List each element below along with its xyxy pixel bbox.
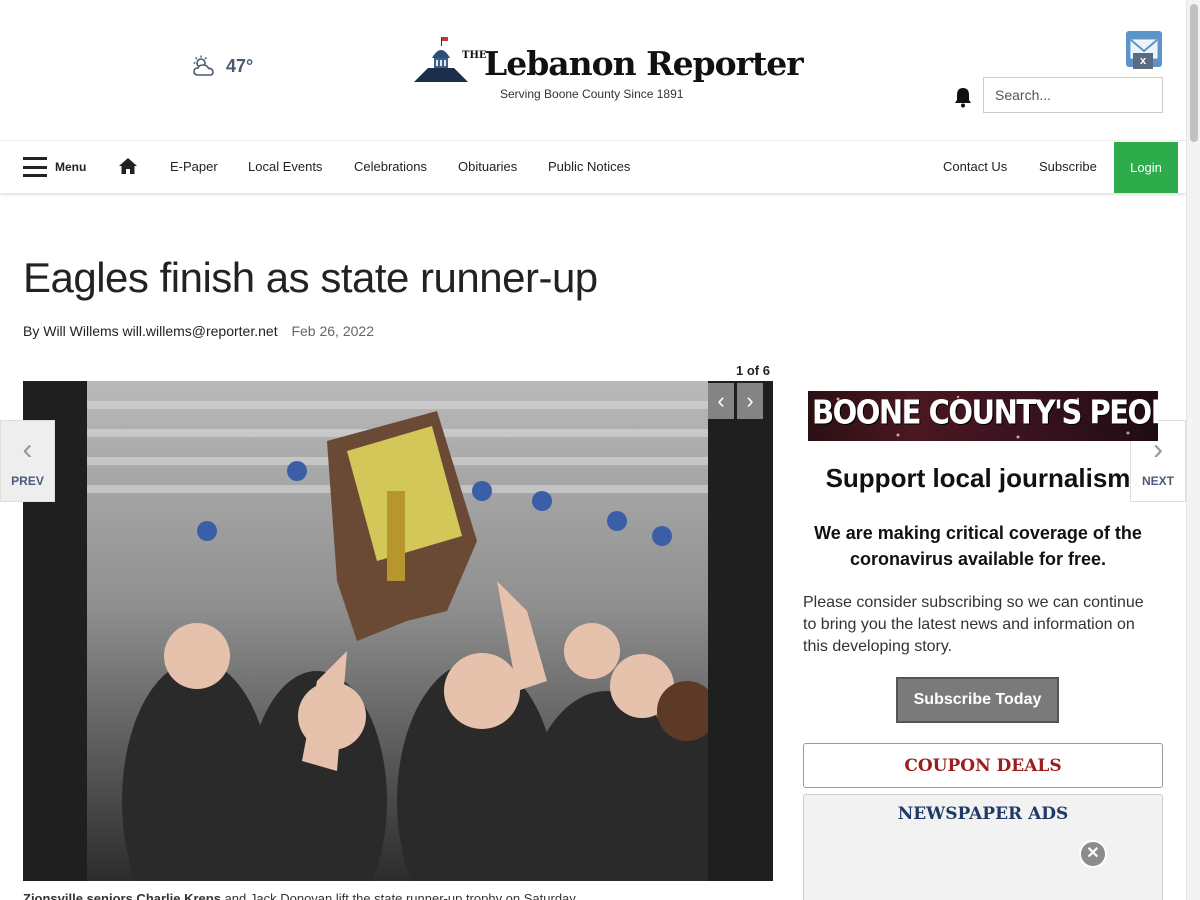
main-navigation: Menu E-Paper Local Events Celebrations O… (0, 140, 1186, 193)
site-header: 47° THE Lebanon Reporter Serving Boone C… (0, 0, 1186, 140)
login-button[interactable]: Login (1114, 142, 1178, 193)
article-author[interactable]: By Will Willems will.willems@reporter.ne… (23, 323, 278, 339)
menu-label: Menu (55, 160, 87, 174)
page-scrollbar[interactable] (1186, 0, 1200, 900)
photo-next-arrow-icon[interactable]: › (737, 383, 763, 419)
nav-link-contact-us[interactable]: Contact Us (943, 159, 1007, 174)
support-body: Please consider subscribing so we can co… (803, 594, 1144, 655)
nav-link-celebrations[interactable]: Celebrations (354, 159, 427, 174)
logo-the: THE (462, 50, 487, 61)
photo-caption: Zionsville seniors Charlie Kreps and Jac… (23, 891, 578, 900)
chevron-left-icon: ‹ (22, 433, 33, 466)
article-photo (87, 381, 708, 881)
banner-text: BOONE COUNTY'S PEOPLE'S CHOICE! (812, 392, 1158, 432)
notification-bell-icon[interactable] (953, 86, 973, 108)
nav-link-local-events[interactable]: Local Events (248, 159, 322, 174)
nav-link-e-paper[interactable]: E-Paper (170, 159, 218, 174)
article-byline: By Will Willems will.willems@reporter.ne… (23, 323, 374, 339)
support-title: Support local journalism (825, 463, 1131, 493)
nav-link-subscribe[interactable]: Subscribe (1039, 159, 1097, 174)
article-photo-gallery[interactable]: ‹ › (23, 381, 773, 881)
newspaper-ads-panel: NEWSPAPER ADS ✕ (803, 794, 1163, 900)
photo-prev-arrow-icon[interactable]: ‹ (708, 383, 734, 419)
photo-counter: 1 of 6 (736, 363, 770, 378)
article-headline: Eagles finish as state runner-up (23, 254, 598, 301)
prev-label: PREV (11, 474, 44, 488)
subscribe-today-button[interactable]: Subscribe Today (896, 677, 1059, 723)
weather-widget[interactable]: 47° (192, 55, 253, 77)
support-subtitle: We are making critical coverage of the c… (814, 523, 1142, 569)
newspaper-ads-title: NEWSPAPER ADS (897, 804, 1069, 824)
partly-cloudy-icon (193, 55, 214, 76)
menu-button[interactable]: Menu (23, 157, 86, 177)
article-date: Feb 26, 2022 (291, 323, 374, 339)
nav-link-obituaries[interactable]: Obituaries (458, 159, 517, 174)
prev-article-tab[interactable]: ‹ PREV (0, 420, 55, 502)
weather-temperature: 47° (226, 55, 254, 76)
logo-tagline: Serving Boone County Since 1891 (500, 87, 684, 101)
home-icon[interactable] (118, 157, 138, 175)
logo-title: Lebanon Reporter (484, 44, 804, 83)
hamburger-icon (23, 157, 47, 177)
scrollbar-thumb[interactable] (1190, 4, 1198, 142)
site-logo[interactable]: THE Lebanon Reporter Serving Boone Count… (414, 36, 804, 106)
coupon-deals-link[interactable]: COUPON DEALS (803, 743, 1163, 788)
peoples-choice-banner[interactable]: BOONE COUNTY'S PEOPLE'S CHOICE! (808, 391, 1158, 441)
mail-widget-close-icon[interactable]: x (1133, 53, 1153, 69)
nav-link-public-notices[interactable]: Public Notices (548, 159, 630, 174)
caption-text: and Jack Donovan lift the state runner-u… (220, 891, 579, 900)
search-input[interactable] (983, 77, 1163, 113)
caption-bold: Zionsville seniors Charlie Kreps (23, 891, 221, 900)
close-icon[interactable]: ✕ (1079, 840, 1107, 868)
